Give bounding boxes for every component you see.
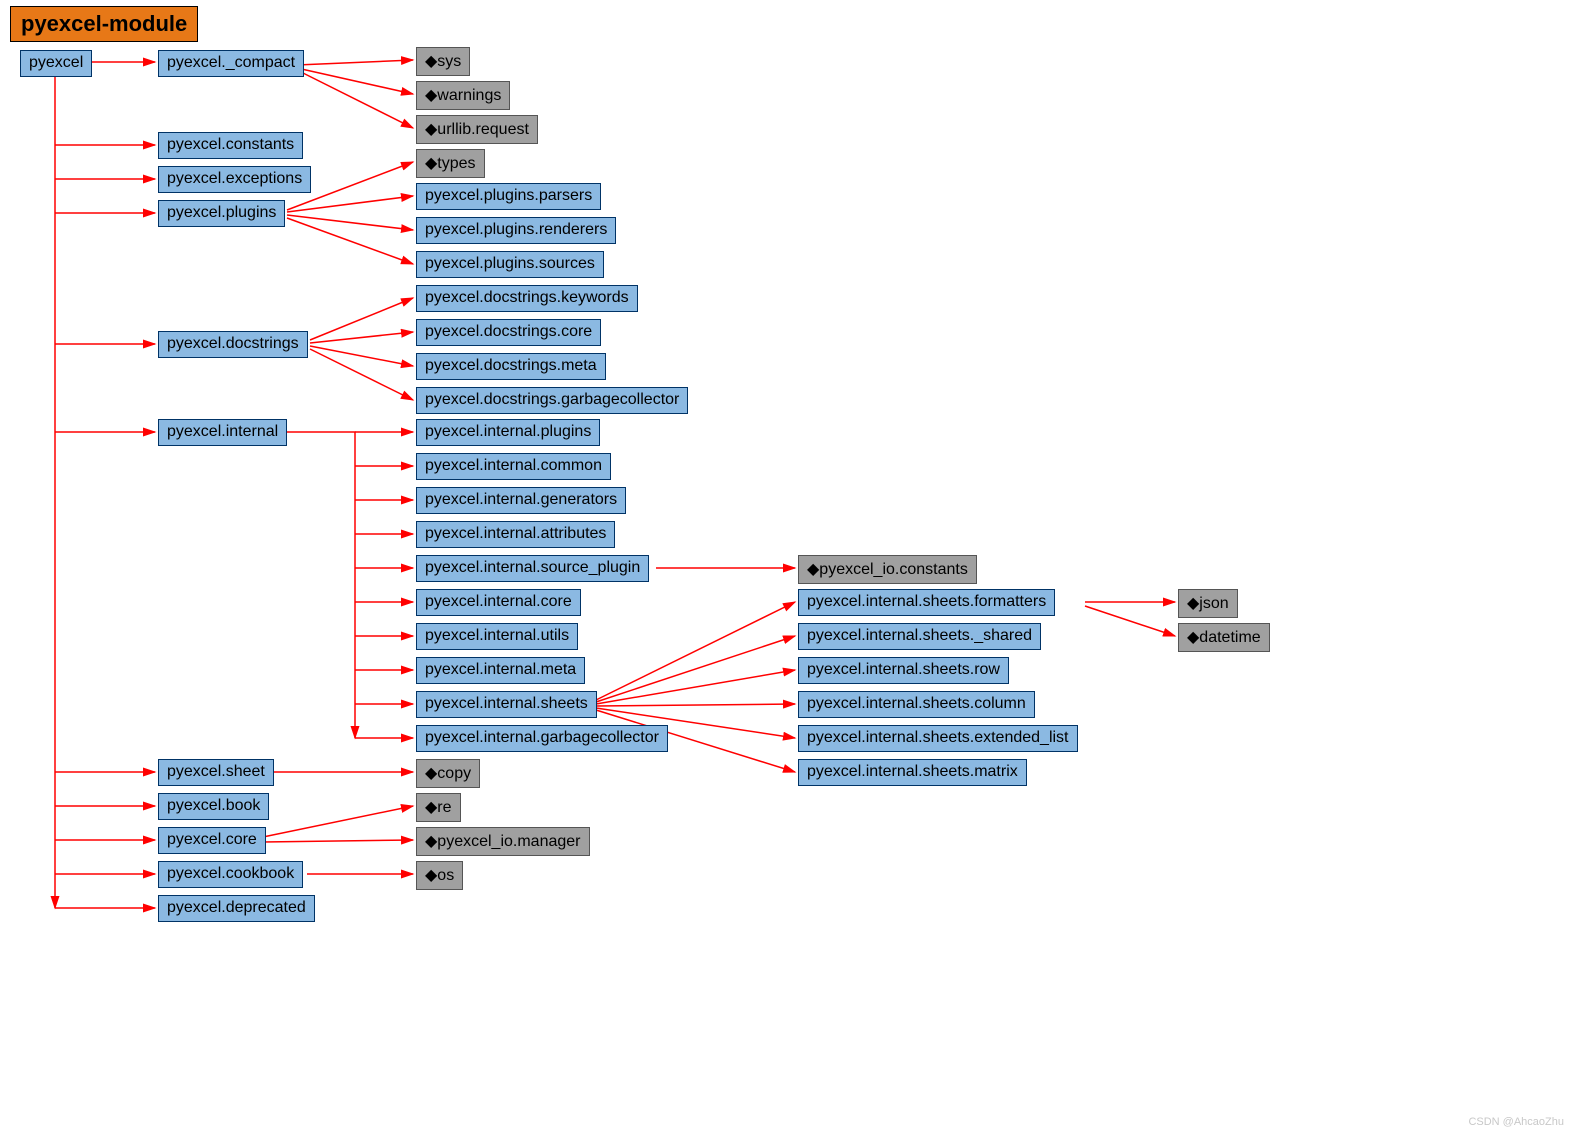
- node-doc-meta: pyexcel.docstrings.meta: [416, 353, 606, 380]
- node-core: pyexcel.core: [158, 827, 266, 854]
- node-warnings: ◆warnings: [416, 81, 510, 110]
- node-io-manager: ◆pyexcel_io.manager: [416, 827, 590, 856]
- node-exceptions: pyexcel.exceptions: [158, 166, 311, 193]
- node-sheets-extlist: pyexcel.internal.sheets.extended_list: [798, 725, 1078, 752]
- node-int-source-plugin: pyexcel.internal.source_plugin: [416, 555, 649, 582]
- node-plugins-sources: pyexcel.plugins.sources: [416, 251, 604, 278]
- node-datetime: ◆datetime: [1178, 623, 1270, 652]
- node-re: ◆re: [416, 793, 461, 822]
- node-int-utils: pyexcel.internal.utils: [416, 623, 578, 650]
- node-types: ◆types: [416, 149, 485, 178]
- node-int-plugins: pyexcel.internal.plugins: [416, 419, 600, 446]
- node-book: pyexcel.book: [158, 793, 269, 820]
- node-sheets-row: pyexcel.internal.sheets.row: [798, 657, 1009, 684]
- node-deprecated: pyexcel.deprecated: [158, 895, 315, 922]
- node-int-core: pyexcel.internal.core: [416, 589, 581, 616]
- node-int-common: pyexcel.internal.common: [416, 453, 611, 480]
- node-plugins: pyexcel.plugins: [158, 200, 285, 227]
- node-constants: pyexcel.constants: [158, 132, 303, 159]
- node-sheets-column: pyexcel.internal.sheets.column: [798, 691, 1035, 718]
- node-sheets-matrix: pyexcel.internal.sheets.matrix: [798, 759, 1027, 786]
- node-cookbook: pyexcel.cookbook: [158, 861, 303, 888]
- node-doc-gc: pyexcel.docstrings.garbagecollector: [416, 387, 688, 414]
- diagram-title: pyexcel-module: [10, 6, 198, 42]
- node-plugins-parsers: pyexcel.plugins.parsers: [416, 183, 601, 210]
- node-sheets-formatters: pyexcel.internal.sheets.formatters: [798, 589, 1055, 616]
- node-json: ◆json: [1178, 589, 1238, 618]
- node-compact: pyexcel._compact: [158, 50, 304, 77]
- node-doc-keywords: pyexcel.docstrings.keywords: [416, 285, 638, 312]
- node-int-meta: pyexcel.internal.meta: [416, 657, 585, 684]
- node-sheet: pyexcel.sheet: [158, 759, 274, 786]
- watermark: CSDN @AhcaoZhu: [1468, 1116, 1564, 1128]
- node-plugins-renderers: pyexcel.plugins.renderers: [416, 217, 616, 244]
- node-pyexcel: pyexcel: [20, 50, 92, 77]
- node-docstrings: pyexcel.docstrings: [158, 331, 308, 358]
- node-sheets-shared: pyexcel.internal.sheets._shared: [798, 623, 1041, 650]
- node-os: ◆os: [416, 861, 463, 890]
- node-sys: ◆sys: [416, 47, 470, 76]
- node-internal: pyexcel.internal: [158, 419, 287, 446]
- node-urllib-request: ◆urllib.request: [416, 115, 538, 144]
- node-int-sheets: pyexcel.internal.sheets: [416, 691, 597, 718]
- node-int-generators: pyexcel.internal.generators: [416, 487, 626, 514]
- node-doc-core: pyexcel.docstrings.core: [416, 319, 601, 346]
- node-io-constants: ◆pyexcel_io.constants: [798, 555, 977, 584]
- node-int-attributes: pyexcel.internal.attributes: [416, 521, 615, 548]
- node-int-gc: pyexcel.internal.garbagecollector: [416, 725, 668, 752]
- node-copy: ◆copy: [416, 759, 480, 788]
